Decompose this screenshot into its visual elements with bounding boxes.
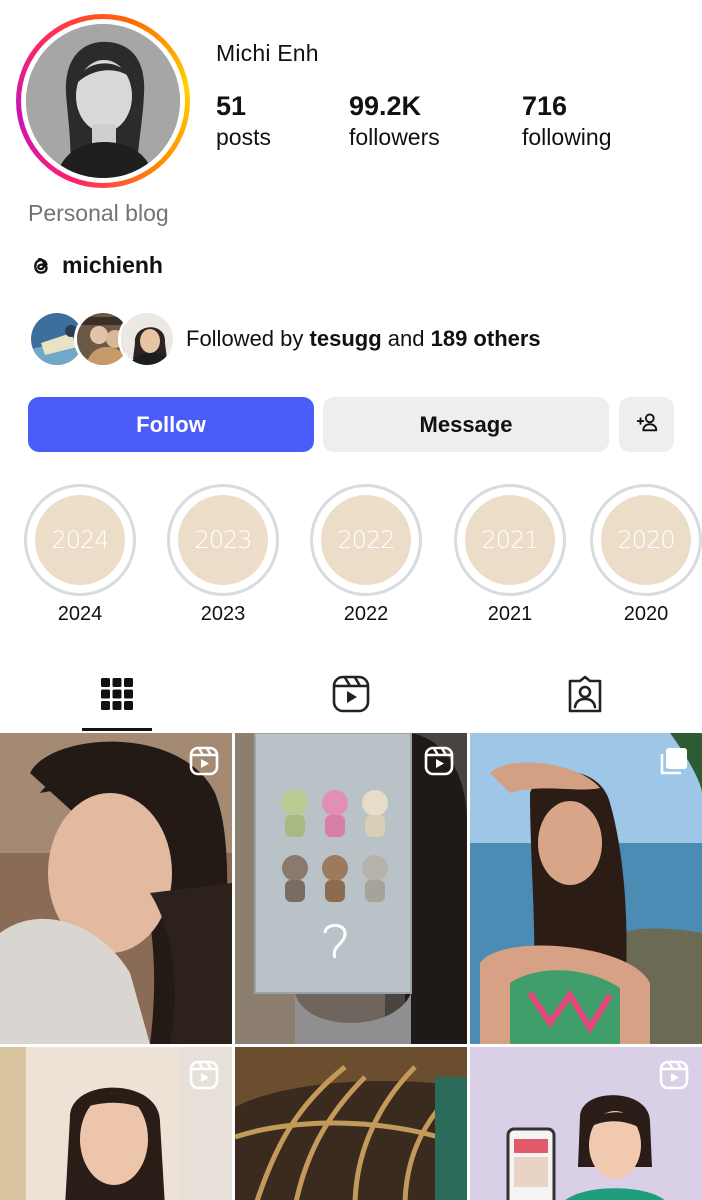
threads-icon	[28, 253, 54, 279]
post-photo	[0, 733, 232, 1044]
highlight-label: 2021	[487, 603, 533, 625]
post-tile[interactable]	[0, 1047, 232, 1200]
followed-by-prefix: Followed by	[186, 326, 304, 351]
posts-count: 51	[216, 91, 247, 121]
threads-handle: michienh	[62, 252, 163, 278]
threads-link[interactable]: michienh	[28, 252, 163, 279]
profile-username: Michi Enh	[216, 40, 319, 66]
add-user-icon	[634, 409, 660, 441]
follower-avatars	[28, 310, 176, 368]
suggest-user-button[interactable]	[619, 397, 674, 452]
following-label: following	[522, 124, 612, 150]
followed-by-conjunction: and	[387, 326, 425, 351]
active-tab-indicator	[82, 728, 152, 731]
highlight-ring: 2024	[24, 484, 136, 596]
stat-posts[interactable]: 51 posts	[216, 90, 271, 152]
posts-label: posts	[216, 124, 271, 150]
post-photo	[235, 1047, 467, 1200]
stat-followers[interactable]: 99.2K followers	[349, 90, 440, 152]
post-tile[interactable]	[470, 1047, 702, 1200]
stat-following[interactable]: 716 following	[522, 90, 612, 152]
reel-badge-icon	[189, 746, 219, 776]
reel-badge-icon	[189, 1060, 219, 1090]
post-photo	[235, 733, 467, 1044]
highlight-cover: 2024	[35, 495, 125, 585]
tagged-icon	[565, 674, 605, 719]
highlight-ring: 2022	[310, 484, 422, 596]
highlight-2020[interactable]: 2020 2020	[590, 484, 702, 626]
highlight-label: 2023	[200, 603, 246, 625]
reels-icon	[331, 674, 371, 719]
avatar[interactable]	[26, 24, 180, 178]
followed-by-name[interactable]: tesugg	[310, 326, 382, 351]
highlight-2023[interactable]: 2023 2023	[167, 484, 279, 626]
grid-icon	[100, 677, 134, 716]
profile-category: Personal blog	[28, 200, 169, 226]
post-tile[interactable]	[0, 733, 232, 1044]
message-button[interactable]: Message	[323, 397, 609, 452]
highlight-cover: 2023	[178, 495, 268, 585]
avatar-photo	[26, 24, 180, 178]
follow-button[interactable]: Follow	[28, 397, 314, 452]
profile-avatar-ring[interactable]	[16, 14, 190, 188]
follower-avatar-3	[118, 310, 176, 368]
highlight-2024[interactable]: 2024 2024	[24, 484, 136, 626]
highlight-ring: 2021	[454, 484, 566, 596]
reel-badge-icon	[659, 1060, 689, 1090]
followed-by-text: Followed by tesugg and 189 others	[186, 326, 541, 352]
tab-reels[interactable]	[316, 660, 386, 732]
following-count: 716	[522, 91, 568, 121]
highlight-cover: 2020	[601, 495, 691, 585]
followed-by-others[interactable]: 189 others	[431, 326, 541, 351]
tab-posts[interactable]	[82, 660, 152, 732]
highlight-cover: 2021	[465, 495, 555, 585]
post-photo	[470, 733, 702, 1044]
highlight-cover: 2022	[321, 495, 411, 585]
highlight-label: 2020	[623, 603, 669, 625]
post-tile[interactable]	[470, 733, 702, 1044]
reel-badge-icon	[424, 746, 454, 776]
tab-tagged[interactable]	[550, 660, 620, 732]
post-tile[interactable]	[235, 733, 467, 1044]
followed-by[interactable]: Followed by tesugg and 189 others	[28, 310, 541, 368]
highlight-2022[interactable]: 2022 2022	[310, 484, 422, 626]
highlight-2021[interactable]: 2021 2021	[454, 484, 566, 626]
highlight-label: 2022	[343, 603, 389, 625]
followers-label: followers	[349, 124, 440, 150]
highlight-ring: 2023	[167, 484, 279, 596]
highlight-ring: 2020	[590, 484, 702, 596]
post-tile[interactable]	[235, 1047, 467, 1200]
carousel-badge-icon	[659, 746, 689, 776]
profile-tabs	[0, 660, 702, 732]
followers-count: 99.2K	[349, 91, 422, 121]
highlight-label: 2024	[57, 603, 103, 625]
